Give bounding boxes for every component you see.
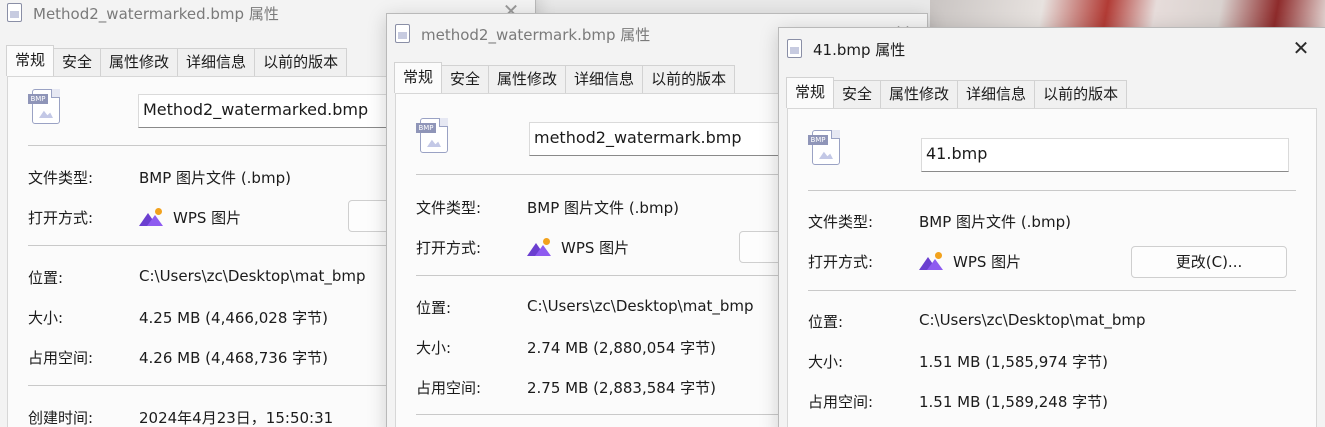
opens-with-value: WPS 图片 xyxy=(953,253,1022,271)
tab-security[interactable]: 安全 xyxy=(833,80,882,108)
wps-picture-icon xyxy=(139,208,163,226)
close-icon[interactable]: ✕ xyxy=(1289,36,1313,60)
tab-details[interactable]: 详细信息 xyxy=(177,48,256,76)
wps-picture-icon xyxy=(527,238,551,256)
tab-strip: 常规 安全 属性修改 详细信息 以前的版本 xyxy=(6,45,348,76)
tab-details[interactable]: 详细信息 xyxy=(957,80,1036,108)
size-row: 大小: 1.51 MB (1,585,974 字节) xyxy=(808,351,1296,375)
size-label: 大小: xyxy=(416,339,452,357)
file-icon xyxy=(7,3,22,22)
location-label: 位置: xyxy=(416,299,452,317)
size-on-disk-label: 占用空间: xyxy=(808,393,874,411)
file-type-row: 文件类型: BMP 图片文件 (.bmp) xyxy=(808,211,1296,235)
file-icon xyxy=(787,39,802,58)
change-button[interactable]: 更改(C)... xyxy=(1131,246,1287,278)
created-label: 创建时间: xyxy=(28,409,94,427)
size-on-disk-value: 2.75 MB (2,883,584 字节) xyxy=(527,379,716,397)
tab-previous-versions[interactable]: 以前的版本 xyxy=(1034,80,1128,108)
size-on-disk-value: 4.26 MB (4,468,736 字节) xyxy=(139,349,328,367)
tab-attribute-edit[interactable]: 属性修改 xyxy=(880,80,959,108)
general-panel: BMP 41.bmp 文件类型: BMP 图片文件 (.bmp) 打开方式: W… xyxy=(787,108,1317,427)
tab-security[interactable]: 安全 xyxy=(53,48,102,76)
tab-general[interactable]: 常规 xyxy=(6,45,55,76)
location-value: C:\Users\zc\Desktop\mat_bmp xyxy=(139,267,366,285)
tab-general[interactable]: 常规 xyxy=(394,62,443,93)
file-type-value: BMP 图片文件 (.bmp) xyxy=(527,199,679,217)
wps-picture-icon xyxy=(919,252,943,270)
tab-general[interactable]: 常规 xyxy=(786,77,835,108)
file-name-input[interactable]: 41.bmp xyxy=(921,138,1289,172)
bmp-file-icon: BMP xyxy=(416,118,450,154)
location-label: 位置: xyxy=(808,313,844,331)
window-title: Method2_watermarked.bmp 属性 xyxy=(33,5,279,23)
tab-previous-versions[interactable]: 以前的版本 xyxy=(642,65,736,93)
bmp-file-icon: BMP xyxy=(808,130,842,166)
divider xyxy=(808,190,1296,191)
window-title: method2_watermark.bmp 属性 xyxy=(421,26,651,44)
size-label: 大小: xyxy=(808,353,844,371)
divider xyxy=(808,290,1296,291)
opens-with-value: WPS 图片 xyxy=(173,209,242,227)
size-value: 1.51 MB (1,585,974 字节) xyxy=(919,353,1108,371)
file-type-label: 文件类型: xyxy=(416,199,482,217)
file-type-value: BMP 图片文件 (.bmp) xyxy=(139,169,291,187)
size-on-disk-row: 占用空间: 1.51 MB (1,589,248 字节) xyxy=(808,391,1296,415)
location-value: C:\Users\zc\Desktop\mat_bmp xyxy=(527,297,754,315)
opens-with-label: 打开方式: xyxy=(808,253,874,271)
size-label: 大小: xyxy=(28,309,64,327)
location-value: C:\Users\zc\Desktop\mat_bmp xyxy=(919,311,1146,329)
window-title: 41.bmp 属性 xyxy=(813,41,906,59)
tab-details[interactable]: 详细信息 xyxy=(565,65,644,93)
tab-previous-versions[interactable]: 以前的版本 xyxy=(254,48,348,76)
file-icon xyxy=(395,24,410,43)
properties-window-41[interactable]: 41.bmp 属性 ✕ 常规 安全 属性修改 详细信息 以前的版本 BMP 41… xyxy=(778,27,1325,427)
tab-security[interactable]: 安全 xyxy=(441,65,490,93)
opens-with-value: WPS 图片 xyxy=(561,239,630,257)
opens-with-label: 打开方式: xyxy=(416,239,482,257)
file-type-value: BMP 图片文件 (.bmp) xyxy=(919,213,1071,231)
file-type-label: 文件类型: xyxy=(28,169,94,187)
size-on-disk-label: 占用空间: xyxy=(28,349,94,367)
size-on-disk-label: 占用空间: xyxy=(416,379,482,397)
location-label: 位置: xyxy=(28,269,64,287)
file-type-label: 文件类型: xyxy=(808,213,874,231)
bmp-file-icon: BMP xyxy=(28,89,62,125)
size-on-disk-value: 1.51 MB (1,589,248 字节) xyxy=(919,393,1108,411)
location-row: 位置: C:\Users\zc\Desktop\mat_bmp xyxy=(808,311,1296,335)
tab-attribute-edit[interactable]: 属性修改 xyxy=(100,48,179,76)
opens-with-label: 打开方式: xyxy=(28,209,94,227)
title-bar[interactable]: 41.bmp 属性 ✕ xyxy=(779,28,1325,72)
size-value: 2.74 MB (2,880,054 字节) xyxy=(527,339,716,357)
tab-attribute-edit[interactable]: 属性修改 xyxy=(488,65,567,93)
created-value: 2024年4月23日，15:50:31 xyxy=(139,409,334,427)
size-value: 4.25 MB (4,466,028 字节) xyxy=(139,309,328,327)
tab-strip: 常规 安全 属性修改 详细信息 以前的版本 xyxy=(786,77,1128,108)
tab-strip: 常规 安全 属性修改 详细信息 以前的版本 xyxy=(394,62,736,93)
